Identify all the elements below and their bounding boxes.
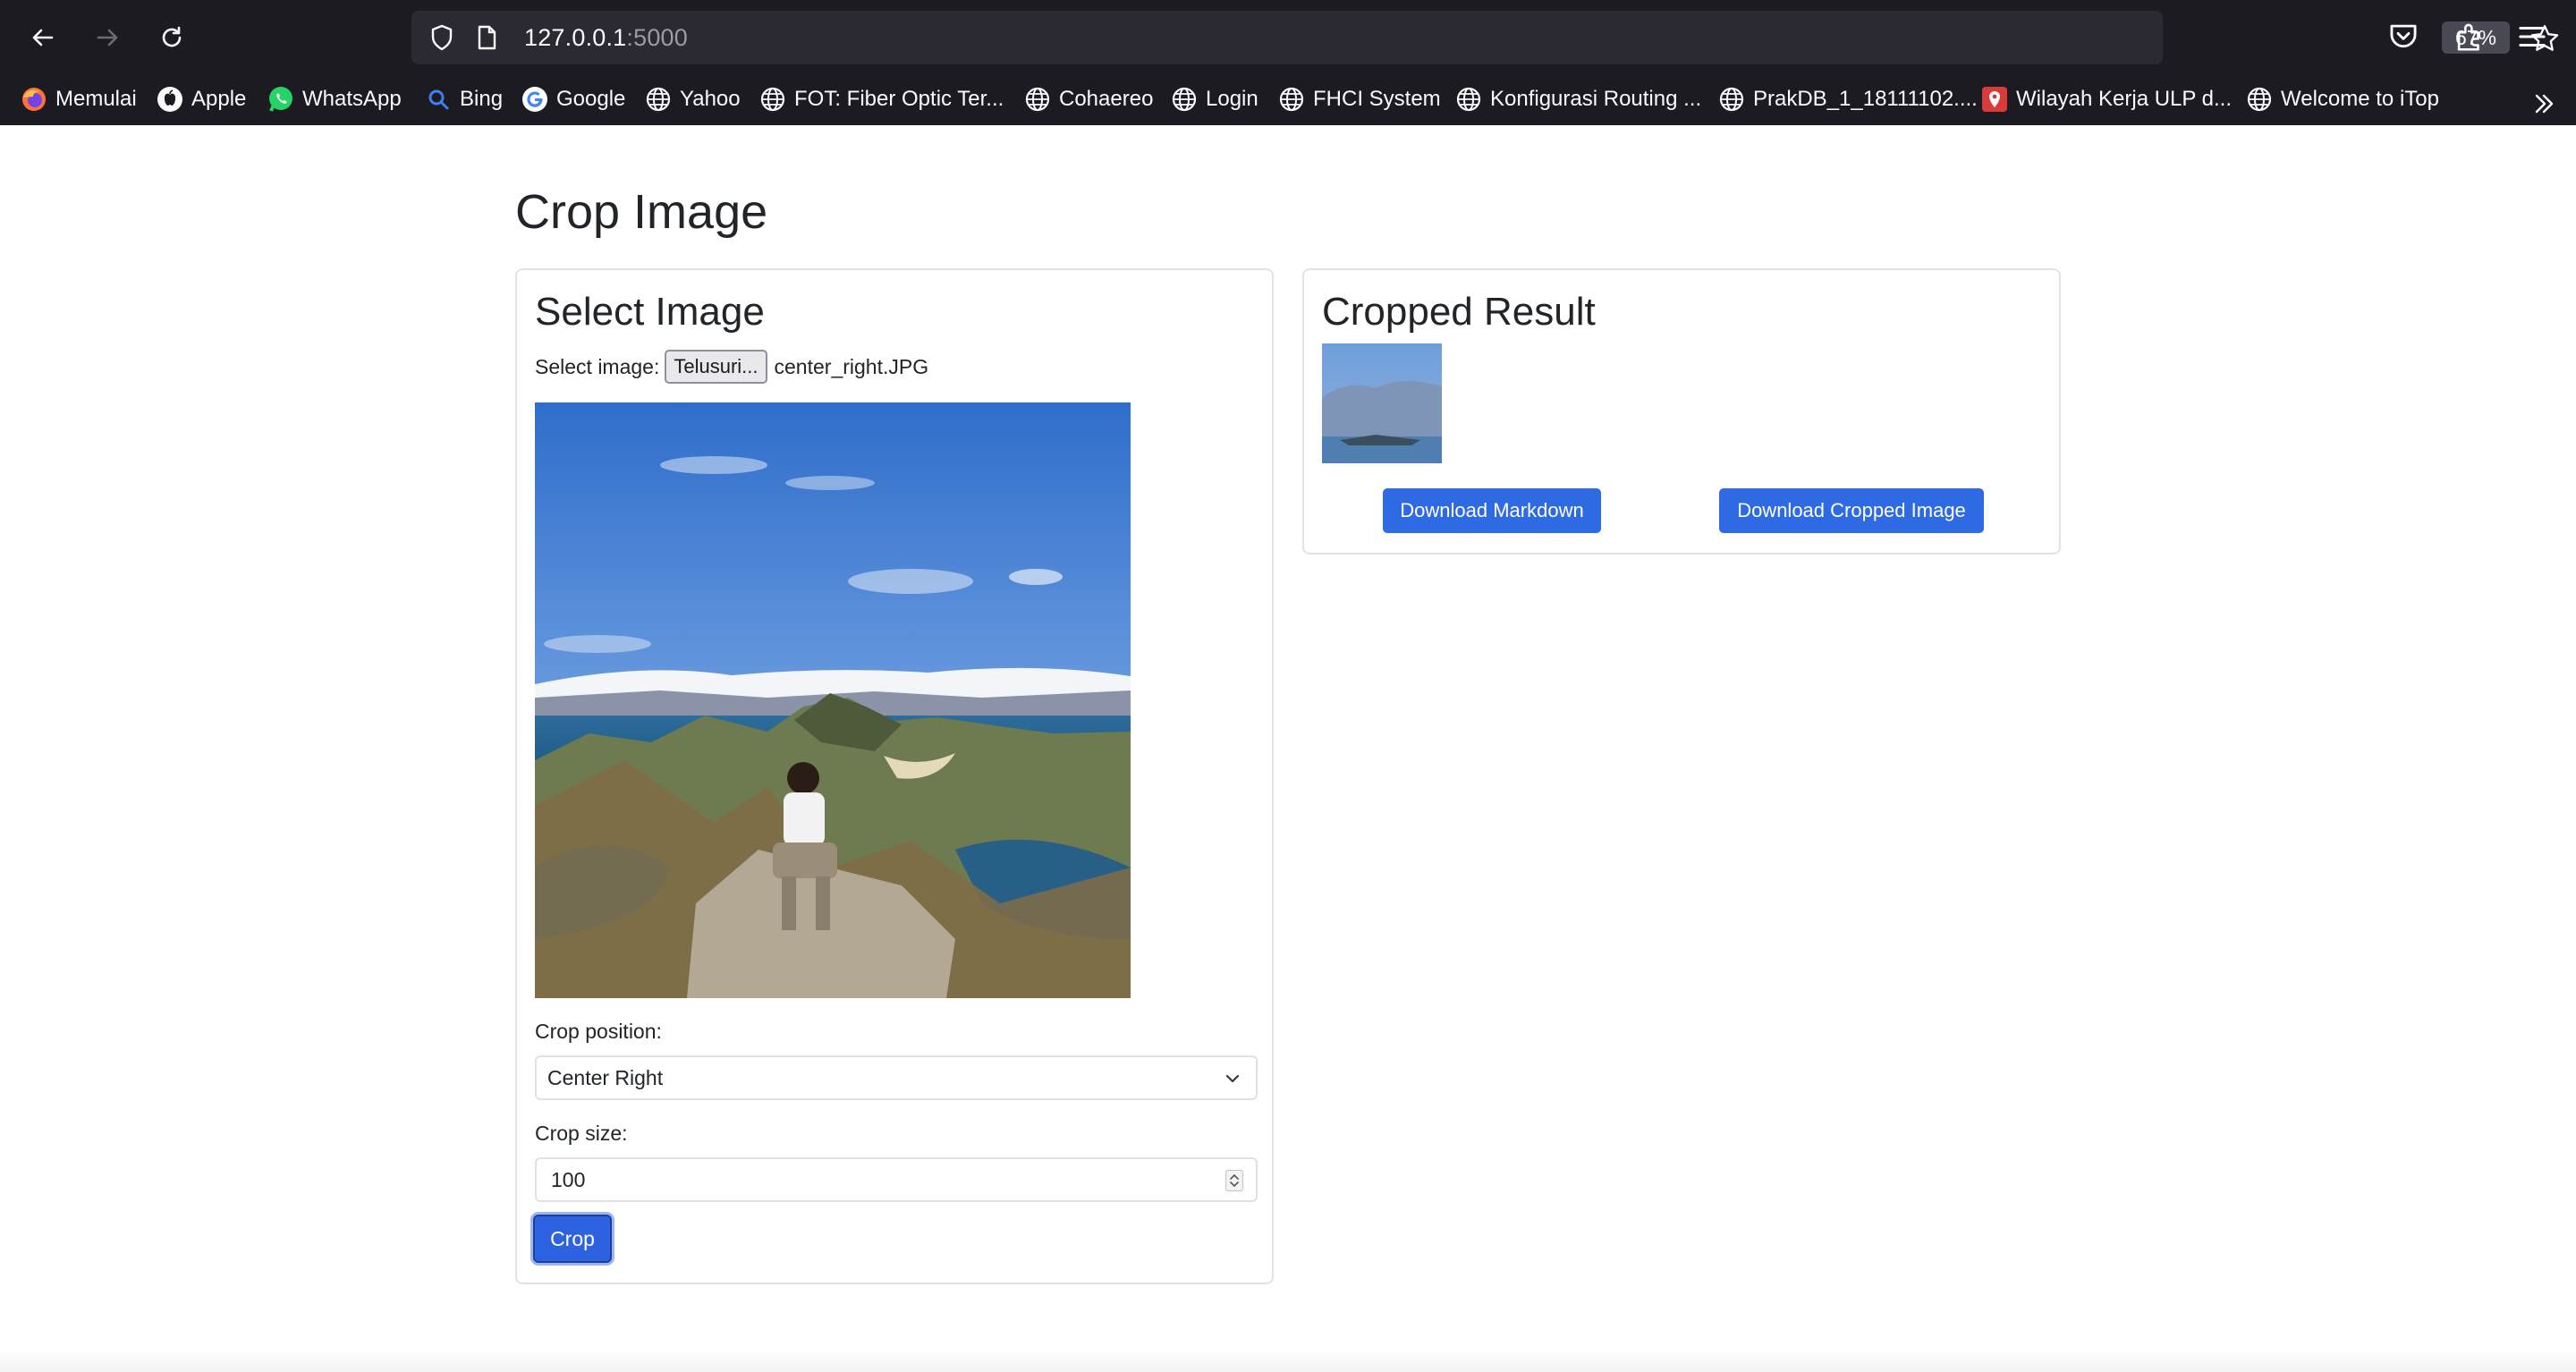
reload-icon <box>162 26 182 47</box>
bookmark-label: WhatsApp <box>302 87 402 111</box>
globe-icon <box>760 87 785 112</box>
extensions-icon[interactable] <box>2453 20 2487 54</box>
selected-file-name: center_right.JPG <box>774 354 929 378</box>
crop-position-label: Crop position: <box>535 1020 662 1043</box>
back-button[interactable] <box>21 16 64 59</box>
search-icon <box>428 89 449 110</box>
bookmark-label: Konfigurasi Routing ... <box>1490 87 1702 111</box>
page-content: Crop Image Select Image Select image: Te… <box>0 125 2576 1372</box>
bookmark-bing[interactable]: Bing <box>424 82 503 116</box>
number-spinner[interactable] <box>1225 1170 1243 1191</box>
url-host: 127.0.0.1 <box>524 24 627 51</box>
cropped-image-thumbnail <box>1322 343 1442 463</box>
bookmark-wilayah-kerja[interactable]: Wilayah Kerja ULP d... <box>1980 82 2232 116</box>
preview-image <box>535 402 1131 998</box>
apple-icon <box>157 87 182 112</box>
bookmark-label: Google <box>556 87 626 111</box>
globe-icon <box>1456 87 1481 112</box>
bookmark-itop[interactable]: Welcome to iTop <box>2245 82 2439 116</box>
globe-icon <box>1719 87 1744 112</box>
spinner-arrows-icon <box>1230 1174 1239 1187</box>
bookmark-label: FOT: Fiber Optic Ter... <box>794 87 1004 111</box>
globe-icon <box>646 87 671 112</box>
globe-icon <box>2247 87 2272 112</box>
arrow-left-icon <box>32 29 54 47</box>
google-icon <box>522 87 547 112</box>
page-title: Crop Image <box>515 185 768 239</box>
chevron-down-icon <box>1225 1074 1240 1083</box>
bookmark-label: PrakDB_1_18111102.... <box>1753 87 1978 111</box>
crop-size-label: Crop size: <box>535 1122 628 1145</box>
bookmark-whatsapp[interactable]: WhatsApp <box>267 82 402 116</box>
hamburger-menu-icon[interactable] <box>2515 20 2549 54</box>
firefox-icon <box>22 88 46 111</box>
page-icon[interactable] <box>472 23 501 52</box>
bookmark-label: Memulai <box>55 87 137 111</box>
map-pin-icon <box>1982 87 2007 112</box>
select-image-card: Select Image Select image: Telusuri... c… <box>515 268 1274 1284</box>
crop-button[interactable]: Crop <box>533 1215 612 1263</box>
page-bottom-edge <box>0 1351 2576 1372</box>
arrow-right-icon <box>97 29 118 47</box>
shield-icon[interactable] <box>428 23 456 52</box>
browser-chrome: 127.0.0.1:5000 67% Memulai Apple WhatsAp… <box>0 0 2576 125</box>
bookmark-memulai[interactable]: Memulai <box>20 82 137 116</box>
forward-button[interactable] <box>86 16 129 59</box>
bookmark-apple[interactable]: Apple <box>156 82 246 116</box>
bookmark-prakdb[interactable]: PrakDB_1_18111102.... <box>1717 82 1978 116</box>
globe-icon <box>1025 87 1050 112</box>
file-input-label: Select image: <box>535 354 660 378</box>
cropped-result-heading: Cropped Result <box>1322 290 1596 334</box>
chevron-double-right-icon[interactable] <box>2529 89 2558 118</box>
bookmark-google[interactable]: Google <box>521 82 625 116</box>
url-text[interactable]: 127.0.0.1:5000 <box>524 23 688 52</box>
url-port: :5000 <box>626 24 688 51</box>
crop-size-input[interactable]: 100 <box>535 1157 1258 1202</box>
bookmarks-toolbar: Memulai Apple WhatsApp Bing Google Yahoo… <box>0 77 2576 122</box>
bookmark-konfigurasi-routing[interactable]: Konfigurasi Routing ... <box>1454 82 1701 116</box>
bookmark-label: Apple <box>191 87 247 111</box>
whatsapp-icon <box>269 87 292 112</box>
bookmark-fot[interactable]: FOT: Fiber Optic Ter... <box>758 82 1004 116</box>
download-markdown-button[interactable]: Download Markdown <box>1383 488 1601 533</box>
crop-position-select[interactable]: Center Right <box>535 1055 1258 1100</box>
bookmark-yahoo[interactable]: Yahoo <box>644 82 741 116</box>
globe-icon <box>1279 87 1304 112</box>
bookmark-login[interactable]: Login <box>1170 82 1258 116</box>
crop-size-value: 100 <box>551 1168 586 1191</box>
cropped-photo <box>1322 343 1442 463</box>
reload-button[interactable] <box>150 16 193 59</box>
crop-position-value: Center Right <box>547 1066 664 1089</box>
bookmark-label: Welcome to iTop <box>2281 87 2439 111</box>
file-input-row: Select image: Telusuri... center_right.J… <box>535 349 928 385</box>
cropped-result-card: Cropped Result Download Markdown Downloa… <box>1302 268 2061 555</box>
pocket-icon[interactable] <box>2386 20 2420 54</box>
bookmark-label: Login <box>1206 87 1258 111</box>
bookmark-label: Wilayah Kerja ULP d... <box>2016 87 2232 111</box>
url-bar[interactable]: 127.0.0.1:5000 67% <box>411 11 2559 64</box>
select-image-heading: Select Image <box>535 290 765 334</box>
bookmark-label: Bing <box>460 87 504 111</box>
browse-file-button[interactable]: Telusuri... <box>665 350 767 384</box>
download-cropped-image-button[interactable]: Download Cropped Image <box>1719 488 1984 533</box>
bookmark-label: FHCI System <box>1313 87 1441 111</box>
bookmark-label: Cohaereo <box>1059 87 1154 111</box>
bookmark-label: Yahoo <box>680 87 741 111</box>
globe-icon <box>1172 87 1197 112</box>
bookmark-fhci-system[interactable]: FHCI System <box>1277 82 1441 116</box>
bookmark-cohaereo[interactable]: Cohaereo <box>1023 82 1153 116</box>
landscape-photo <box>535 402 1131 998</box>
